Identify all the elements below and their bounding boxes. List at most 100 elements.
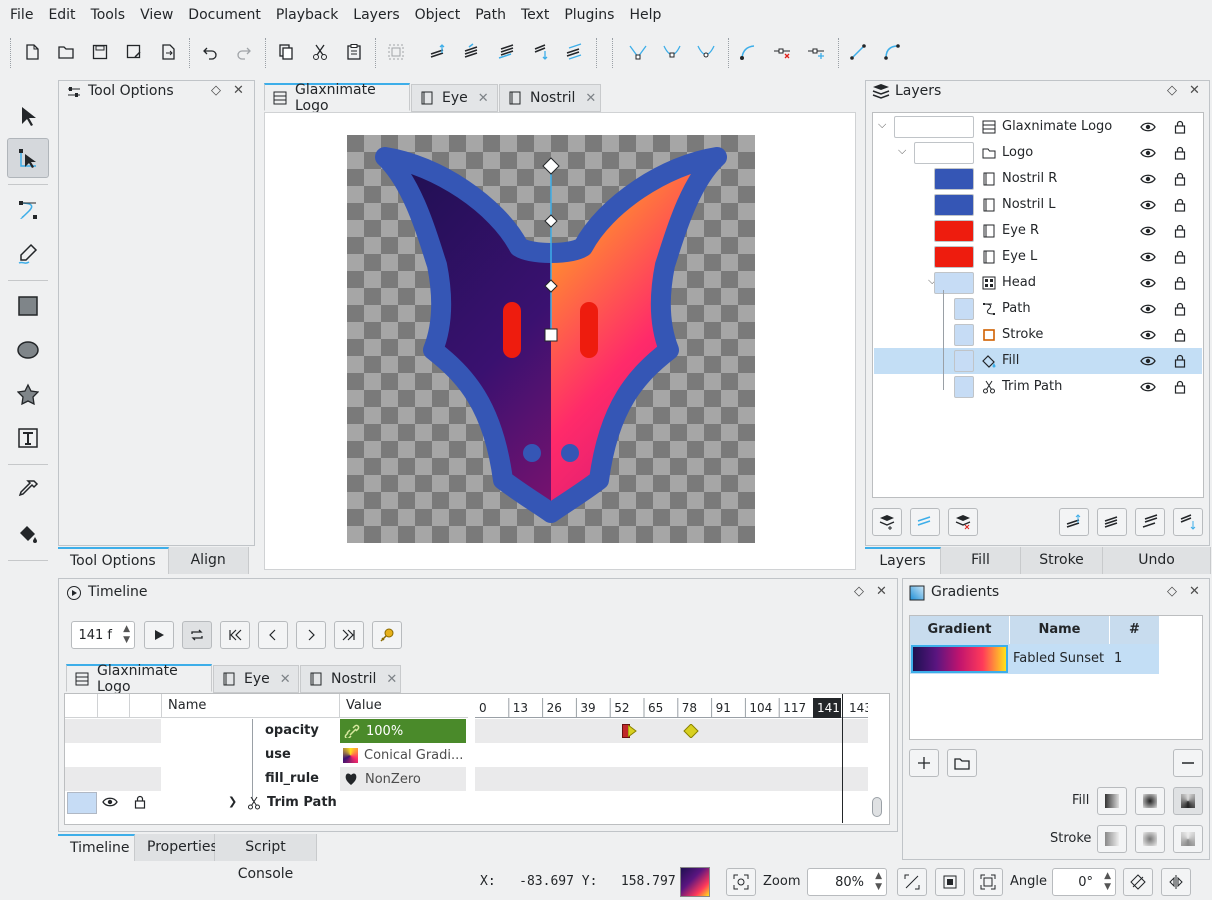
stroke-radial-button[interactable]	[1135, 825, 1165, 853]
lock-icon[interactable]	[1174, 328, 1186, 342]
close-icon[interactable]: ✕	[876, 584, 887, 599]
trim-path-name[interactable]: Trim Path	[267, 795, 337, 810]
fill-radial-button[interactable]	[1135, 787, 1165, 815]
trim-path-color[interactable]	[67, 792, 97, 814]
layer-color-swatch[interactable]	[934, 246, 974, 268]
layer-color-swatch[interactable]	[914, 142, 974, 164]
stroke-conical-button[interactable]	[1173, 825, 1203, 853]
nostril-left[interactable]	[523, 444, 541, 462]
timeline-scrollbar[interactable]	[872, 797, 882, 817]
add-gradient-button[interactable]	[909, 749, 939, 777]
lower-layer-button[interactable]	[1173, 508, 1203, 536]
node-smooth-icon[interactable]	[658, 38, 686, 66]
tab-timeline[interactable]: Timeline	[58, 834, 135, 861]
menu-edit[interactable]: Edit	[42, 7, 81, 23]
stroke-linear-button[interactable]	[1097, 825, 1127, 853]
fill-linear-button[interactable]	[1097, 787, 1127, 815]
open-file-icon[interactable]	[52, 38, 80, 66]
eye-left[interactable]	[503, 302, 521, 358]
eye-icon[interactable]	[1140, 199, 1156, 211]
node-symmetric-icon[interactable]	[692, 38, 720, 66]
menu-layers[interactable]: Layers	[347, 7, 405, 23]
node-cusp-icon[interactable]	[624, 38, 652, 66]
lock-icon[interactable]	[1174, 250, 1186, 264]
doc-tab-glaxnimate-logo[interactable]: Glaxnimate Logo	[264, 82, 410, 114]
layer-row[interactable]: Eye R	[874, 218, 1202, 244]
curve-icon[interactable]	[878, 38, 906, 66]
eye-icon[interactable]	[1140, 303, 1156, 315]
eye-icon[interactable]	[1140, 251, 1156, 263]
lock-icon[interactable]	[1174, 146, 1186, 160]
property-use-value[interactable]: Conical Gradi...	[340, 743, 466, 767]
lock-icon[interactable]	[1174, 120, 1186, 134]
lock-icon[interactable]	[1174, 224, 1186, 238]
lock-icon[interactable]	[1174, 380, 1186, 394]
play-button[interactable]	[144, 621, 174, 649]
cycle-icon[interactable]	[560, 38, 588, 66]
eye-icon[interactable]	[1140, 355, 1156, 367]
angle-spinbox[interactable]: 0° ▲ ▼	[1052, 868, 1116, 896]
zoom-fit-icon[interactable]	[726, 868, 756, 896]
layer-row[interactable]: ⌵ Glaxnimate Logo	[874, 114, 1202, 140]
zoom-page-icon[interactable]	[973, 868, 1003, 896]
zoom-spinbox[interactable]: 80% ▲ ▼	[807, 868, 887, 896]
undo-icon[interactable]	[196, 38, 224, 66]
raise-icon[interactable]	[458, 38, 486, 66]
first-frame-button[interactable]	[220, 621, 250, 649]
delete-layer-button[interactable]	[948, 508, 978, 536]
new-file-icon[interactable]	[18, 38, 46, 66]
track-opacity[interactable]	[475, 719, 868, 743]
star-tool-icon[interactable]	[7, 374, 49, 414]
next-frame-button[interactable]	[296, 621, 326, 649]
text-tool-icon[interactable]	[7, 418, 49, 458]
timeline-tab-eye[interactable]: Eye ✕	[213, 665, 299, 693]
expand-arrow-icon[interactable]: ⌵	[898, 144, 906, 158]
column-name[interactable]: Name	[168, 698, 206, 713]
menu-tools[interactable]: Tools	[85, 7, 132, 23]
layer-color-swatch[interactable]	[934, 168, 974, 190]
layer-row[interactable]: Path	[874, 296, 1202, 322]
save-as-icon[interactable]	[120, 38, 148, 66]
zoom-in-icon[interactable]	[897, 868, 927, 896]
duplicate-layer-button[interactable]	[910, 508, 940, 536]
close-icon[interactable]: ✕	[280, 672, 291, 687]
menu-view[interactable]: View	[134, 7, 179, 23]
track-fill-rule[interactable]	[475, 767, 868, 791]
lock-icon[interactable]	[1174, 198, 1186, 212]
fill-conical-button[interactable]	[1173, 787, 1203, 815]
float-icon[interactable]: ◇	[1167, 584, 1177, 599]
record-keyframes-button[interactable]	[372, 621, 402, 649]
column-value[interactable]: Value	[346, 698, 382, 713]
lower-to-bottom-icon[interactable]	[526, 38, 554, 66]
loop-button[interactable]	[182, 621, 212, 649]
timeline-tab-glaxnimate-logo[interactable]: Glaxnimate Logo	[66, 663, 212, 695]
rectangle-tool-icon[interactable]	[7, 286, 49, 326]
toolbar-handle[interactable]	[10, 38, 11, 68]
eye-icon[interactable]	[1140, 277, 1156, 289]
layer-row[interactable]: Fill	[874, 348, 1202, 374]
layer-row[interactable]: Nostril R	[874, 166, 1202, 192]
layer-color-swatch[interactable]	[934, 194, 974, 216]
menu-playback[interactable]: Playback	[270, 7, 344, 23]
color-picker-icon[interactable]	[7, 470, 49, 510]
float-icon[interactable]: ◇	[1167, 83, 1177, 98]
menu-document[interactable]: Document	[182, 7, 267, 23]
property-opacity-value[interactable]: 100%	[340, 719, 466, 743]
close-icon[interactable]: ✕	[233, 83, 244, 98]
tab-tool-options[interactable]: Tool Options	[58, 547, 169, 574]
layer-row[interactable]: Eye L	[874, 244, 1202, 270]
layer-row[interactable]: Trim Path	[874, 374, 1202, 400]
doc-tab-eye[interactable]: Eye ✕	[411, 84, 498, 112]
raise-to-top-icon[interactable]	[424, 38, 452, 66]
layer-color-swatch[interactable]	[954, 324, 974, 346]
redo-icon[interactable]	[230, 38, 258, 66]
last-frame-button[interactable]	[334, 621, 364, 649]
lock-icon[interactable]	[1174, 172, 1186, 186]
select-tool-icon[interactable]	[7, 96, 49, 136]
keyframe[interactable]	[683, 724, 699, 738]
lock-icon[interactable]	[1174, 354, 1186, 368]
zoom-selection-icon[interactable]	[935, 868, 965, 896]
layer-color-swatch[interactable]	[934, 220, 974, 242]
lock-icon[interactable]	[1174, 302, 1186, 316]
frame-spinbox[interactable]: 141 f ▲ ▼	[71, 621, 135, 649]
